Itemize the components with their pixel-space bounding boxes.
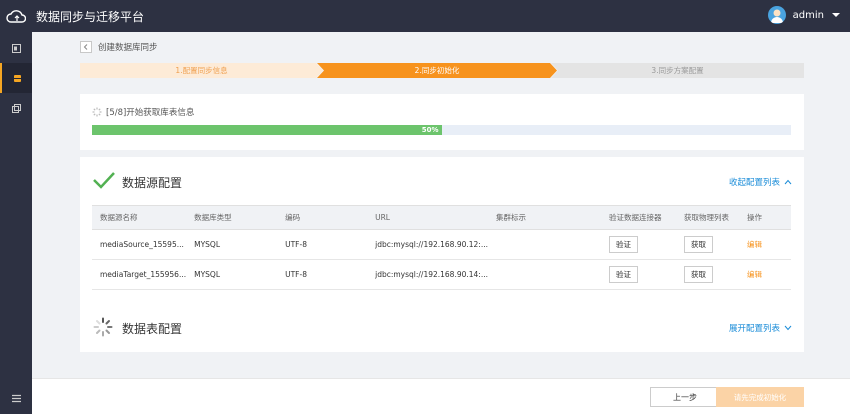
chevron-up-icon	[784, 179, 792, 185]
edit-link[interactable]: 编辑	[747, 270, 762, 279]
user-menu[interactable]: admin	[767, 6, 840, 24]
cell-cluster	[488, 259, 601, 290]
avatar	[767, 6, 786, 24]
chevron-left-icon	[83, 44, 88, 50]
column-header: 数据库类型	[186, 205, 278, 230]
cell-name: mediaTarget_155956...	[92, 259, 187, 290]
step-1: 1.配置同步信息	[80, 63, 323, 78]
column-header: 集群标示	[488, 205, 601, 230]
cell-encoding: UTF-8	[277, 229, 368, 260]
sidebar	[0, 32, 32, 414]
table-row: mediaSource_15595... MYSQL UTF-8 jdbc:my…	[92, 229, 791, 260]
top-bar: 数据同步与迁移平台 admin	[0, 0, 850, 32]
cell-action: 编辑	[739, 229, 791, 260]
cell-db-type: MYSQL	[186, 229, 278, 260]
column-header: 验证数据连接器	[601, 205, 676, 230]
progress-card: [5/8]开始获取库表信息 50%	[80, 94, 804, 150]
cell-encoding: UTF-8	[277, 259, 368, 290]
expand-config-label: 展开配置列表	[728, 324, 780, 334]
column-header: 数据源名称	[92, 205, 187, 230]
main-content: 创建数据库同步 1.配置同步信息 2.同步初始化 3.同步方案配置 [5/8]开…	[32, 32, 850, 414]
collapse-config-toggle[interactable]: 收起配置列表	[729, 176, 792, 188]
loading-spinner-icon	[92, 107, 102, 117]
verify-button[interactable]: 验证	[609, 266, 638, 283]
app-title: 数据同步与迁移平台	[36, 9, 145, 24]
check-icon	[93, 172, 115, 189]
cell-fetch: 获取	[676, 259, 739, 290]
prev-step-button[interactable]: 上一步	[650, 387, 720, 407]
back-button[interactable]	[80, 41, 92, 53]
footer-bar: 上一步 请先完成初始化	[32, 378, 850, 414]
table-header-row: 数据源名称 数据库类型 编码 URL 集群标示 验证数据连接器 获取物理列表 操…	[92, 205, 791, 230]
sidebar-item-entry-icon[interactable]	[0, 33, 32, 63]
table-config-title: 数据表配置	[122, 322, 183, 336]
expand-config-toggle[interactable]: 展开配置列表	[729, 322, 792, 334]
step-indicator: 1.配置同步信息 2.同步初始化 3.同步方案配置	[80, 63, 804, 78]
table-row: mediaTarget_155956... MYSQL UTF-8 jdbc:m…	[92, 259, 791, 290]
step-2: 2.同步初始化	[317, 63, 557, 78]
cell-db-type: MYSQL	[186, 259, 278, 290]
source-config-title: 数据源配置	[122, 176, 183, 190]
cell-action: 编辑	[739, 259, 791, 290]
verify-button[interactable]: 验证	[609, 236, 638, 253]
fetch-button[interactable]: 获取	[684, 236, 713, 253]
loading-spinner-icon	[93, 317, 113, 337]
cell-cluster	[488, 229, 601, 260]
cell-url: jdbc:mysql://192.168.90.12:...	[367, 229, 488, 260]
column-header: URL	[367, 205, 488, 230]
chevron-down-icon	[832, 13, 840, 17]
cell-name: mediaSource_15595...	[92, 229, 187, 260]
column-header: 编码	[277, 205, 368, 230]
progress-bar-fill: 50%	[92, 125, 442, 135]
progress-bar: 50%	[92, 125, 791, 135]
step-3: 3.同步方案配置	[551, 63, 804, 78]
breadcrumb: 创建数据库同步	[80, 41, 158, 53]
cell-verify: 验证	[601, 259, 676, 290]
page-title: 创建数据库同步	[98, 43, 158, 53]
progress-label: [5/8]开始获取库表信息	[106, 108, 195, 118]
menu-list-icon[interactable]	[0, 388, 32, 408]
progress-percent: 50%	[421, 126, 439, 134]
cloud-sync-logo-icon	[0, 0, 32, 32]
user-name: admin	[792, 9, 824, 21]
edit-link[interactable]: 编辑	[747, 240, 762, 249]
fetch-button[interactable]: 获取	[684, 266, 713, 283]
source-table: 数据源名称 数据库类型 编码 URL 集群标示 验证数据连接器 获取物理列表 操…	[92, 205, 791, 290]
cell-url: jdbc:mysql://192.168.90.14:...	[367, 259, 488, 290]
column-header: 获取物理列表	[676, 205, 739, 230]
cell-fetch: 获取	[676, 229, 739, 260]
sidebar-item-database-icon[interactable]	[0, 63, 32, 93]
source-config-card: 数据源配置 收起配置列表 数据源名称 数据库类型 编码 URL 集群标示 验证数…	[80, 157, 804, 328]
sidebar-item-copy-icon[interactable]	[0, 93, 32, 123]
finish-init-button[interactable]: 请先完成初始化	[716, 387, 804, 407]
collapse-config-label: 收起配置列表	[728, 178, 780, 188]
table-config-card: 数据表配置 展开配置列表	[80, 304, 804, 352]
progress-status: [5/8]开始获取库表信息	[92, 106, 194, 118]
chevron-down-icon	[784, 325, 792, 331]
column-header: 操作	[739, 205, 791, 230]
cell-verify: 验证	[601, 229, 676, 260]
